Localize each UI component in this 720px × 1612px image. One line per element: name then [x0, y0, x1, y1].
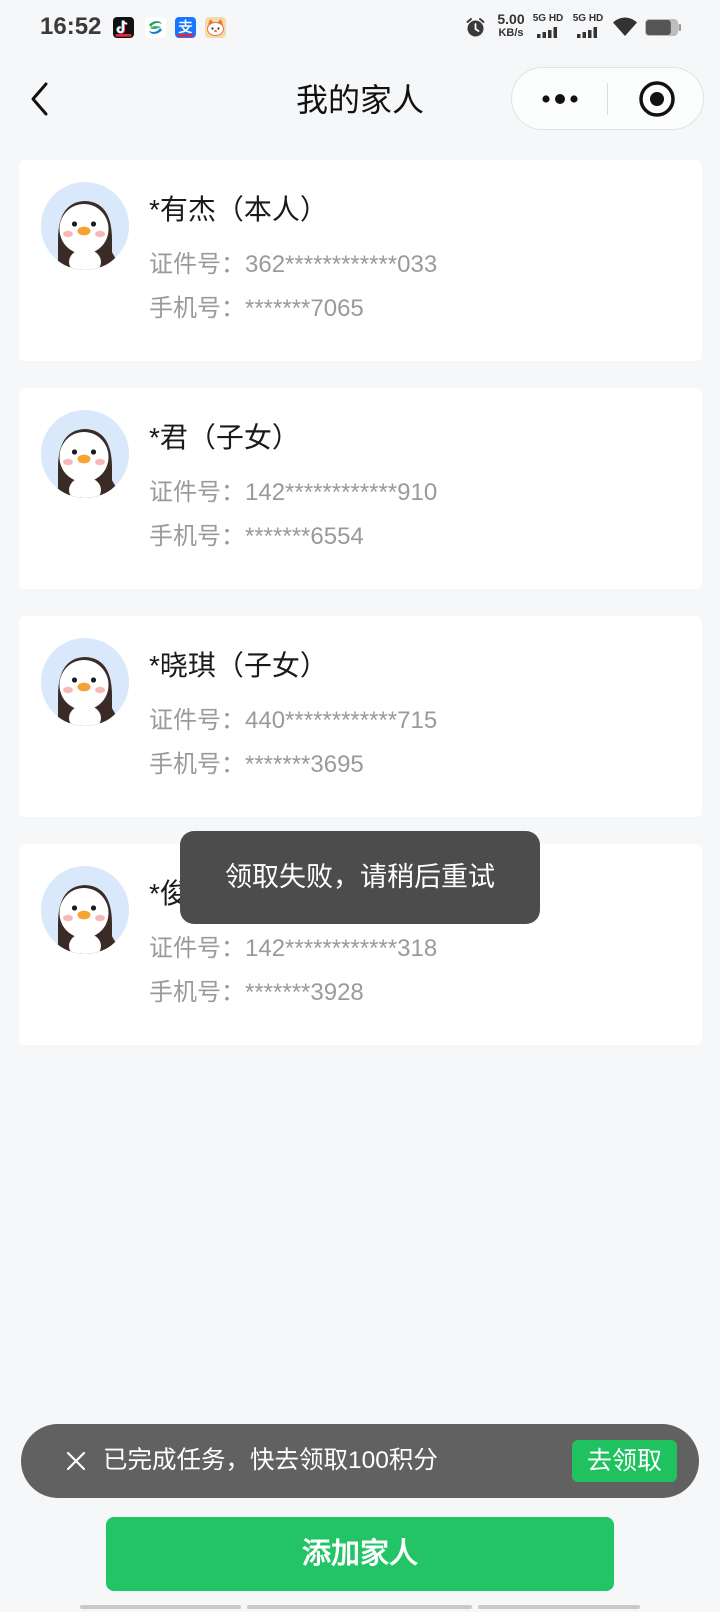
phone-label: 手机号： — [149, 751, 245, 778]
phone-number: *******3695 — [245, 751, 364, 778]
gesture-bar-segment — [80, 1605, 241, 1609]
penguin-avatar-icon — [58, 201, 121, 270]
network-speed-unit: KB/s — [498, 27, 524, 39]
member-name: *有杰（本人） — [149, 194, 328, 225]
alarm-icon — [466, 18, 485, 37]
phone-number-row: 手机号：*******3928 — [149, 978, 364, 1008]
sim2-label: 5G HD — [572, 13, 604, 24]
id-number: 362************033 — [245, 251, 438, 278]
penguin-avatar-icon — [58, 885, 121, 954]
add-family-member-button[interactable]: 添加家人 — [106, 1517, 614, 1591]
phone-number: *******6554 — [245, 523, 364, 550]
error-toast: 领取失败，请稍后重试 — [180, 831, 540, 924]
screen: 16:52 5.00 KB/s 5G HD 5G HD 我的家人 *有杰（本人）… — [0, 0, 720, 1612]
task-banner-message: 已完成任务，快去领取100积分 — [103, 1447, 438, 1474]
status-time: 16:52 — [40, 13, 102, 40]
wifi-icon — [613, 17, 637, 36]
member-name: *君（子女） — [149, 422, 300, 453]
cat-app-icon — [205, 17, 226, 38]
avatar — [41, 638, 129, 726]
member-card[interactable]: *有杰（本人） 证件号：362************033 手机号：*****… — [19, 160, 702, 361]
close-miniprogram-icon[interactable] — [636, 78, 678, 120]
phone-label: 手机号： — [149, 979, 245, 1006]
id-number-row: 证件号：142************318 — [149, 934, 437, 964]
signal-icon — [577, 27, 597, 38]
id-number-row: 证件号：362************033 — [149, 250, 437, 280]
battery-fill — [646, 20, 671, 35]
phone-number-row: 手机号：*******6554 — [149, 522, 364, 552]
phone-label: 手机号： — [149, 523, 245, 550]
id-label: 证件号： — [149, 935, 245, 962]
signal-icon — [537, 27, 557, 38]
id-number: 142************910 — [245, 479, 438, 506]
member-card[interactable]: *君（子女） 证件号：142************910 手机号：******… — [19, 388, 702, 589]
claim-points-button[interactable]: 去领取 — [572, 1440, 677, 1482]
status-bar: 16:52 5.00 KB/s 5G HD 5G HD — [0, 0, 720, 56]
close-icon[interactable] — [65, 1450, 87, 1472]
member-name: *晓琪（子女） — [149, 650, 328, 681]
phone-number: *******3928 — [245, 979, 364, 1006]
gesture-bar-segment — [247, 1605, 472, 1609]
gesture-bar-segment — [478, 1605, 640, 1609]
phone-label: 手机号： — [149, 295, 245, 322]
alipay-icon — [175, 17, 196, 38]
avatar — [41, 866, 129, 954]
id-number: 440************715 — [245, 707, 438, 734]
id-number-row: 证件号：440************715 — [149, 706, 437, 736]
penguin-avatar-icon — [58, 657, 121, 726]
avatar — [41, 410, 129, 498]
id-label: 证件号： — [149, 479, 245, 506]
china-mobile-icon — [145, 17, 166, 38]
avatar — [41, 182, 129, 270]
id-number: 142************318 — [245, 935, 438, 962]
miniprogram-capsule — [511, 67, 704, 130]
network-speed-value: 5.00 — [497, 11, 525, 27]
member-card[interactable]: *晓琪（子女） 证件号：440************715 手机号：*****… — [19, 616, 702, 817]
more-icon[interactable] — [536, 83, 584, 115]
id-label: 证件号： — [149, 707, 245, 734]
phone-number: *******7065 — [245, 295, 364, 322]
id-number-row: 证件号：142************910 — [149, 478, 437, 508]
phone-number-row: 手机号：*******7065 — [149, 294, 364, 324]
id-label: 证件号： — [149, 251, 245, 278]
tiktok-icon — [113, 17, 134, 38]
battery-icon — [645, 19, 681, 36]
task-banner: 已完成任务，快去领取100积分 去领取 — [21, 1424, 699, 1498]
sim1-label: 5G HD — [532, 13, 564, 24]
sim1-status: 5G HD — [530, 13, 566, 38]
network-speed: 5.00 KB/s — [491, 11, 531, 40]
capsule-divider — [607, 83, 608, 115]
phone-number-row: 手机号：*******3695 — [149, 750, 364, 780]
penguin-avatar-icon — [58, 429, 121, 498]
sim2-status: 5G HD — [570, 13, 606, 38]
